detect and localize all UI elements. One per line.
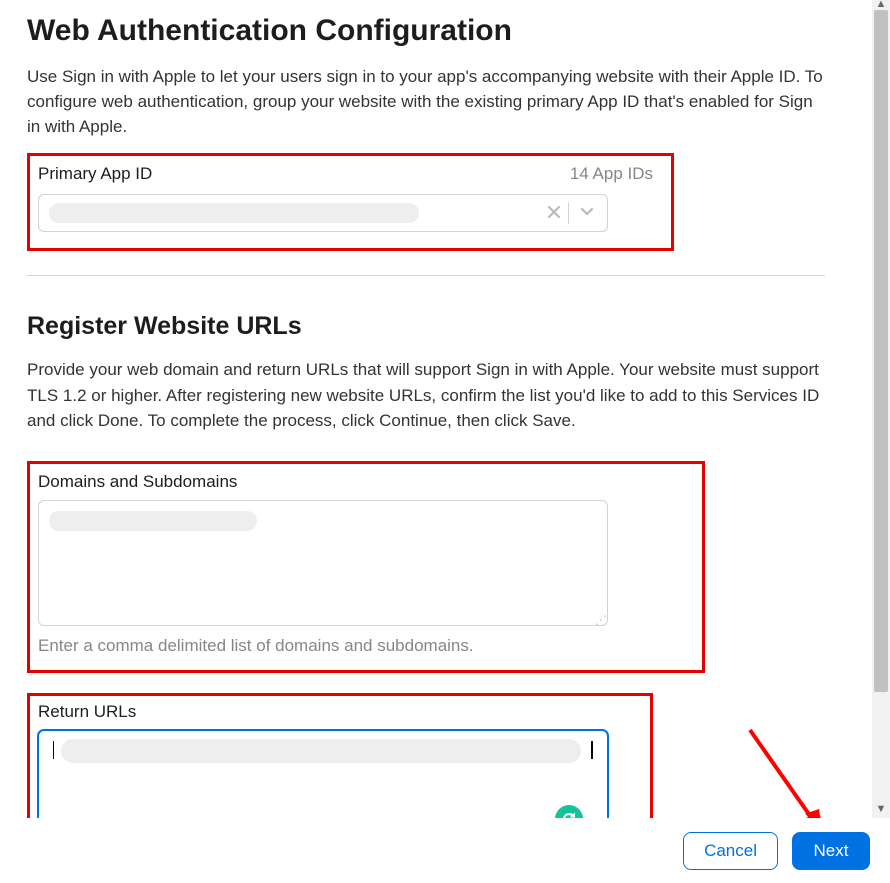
text-cursor bbox=[53, 741, 54, 759]
return-urls-label: Return URLs bbox=[38, 702, 642, 722]
web-auth-description: Use Sign in with Apple to let your users… bbox=[27, 64, 825, 139]
grammarly-icon[interactable] bbox=[555, 805, 583, 818]
scroll-up-icon[interactable]: ▲ bbox=[872, 0, 890, 13]
app-id-count: 14 App IDs bbox=[570, 164, 653, 184]
clear-icon[interactable] bbox=[547, 203, 561, 224]
selected-app-id-redacted bbox=[49, 203, 419, 223]
return-url-value-redacted bbox=[61, 739, 581, 763]
register-urls-title: Register Website URLs bbox=[27, 312, 872, 341]
modal-content: Web Authentication Configuration Use Sig… bbox=[0, 0, 872, 818]
scroll-down-icon[interactable]: ▼ bbox=[872, 800, 890, 818]
modal-footer: Cancel Next bbox=[0, 818, 890, 883]
resize-handle-icon[interactable]: ⋰ bbox=[595, 617, 605, 623]
primary-app-id-select[interactable] bbox=[38, 194, 608, 232]
cancel-button[interactable]: Cancel bbox=[683, 832, 778, 870]
domains-value-redacted bbox=[49, 511, 257, 531]
section-divider bbox=[27, 275, 825, 276]
register-urls-description: Provide your web domain and return URLs … bbox=[27, 357, 825, 432]
page-title: Web Authentication Configuration bbox=[27, 14, 872, 48]
domains-label: Domains and Subdomains bbox=[38, 472, 692, 492]
primary-app-id-label: Primary App ID bbox=[38, 164, 152, 184]
domains-helper: Enter a comma delimited list of domains … bbox=[38, 636, 692, 656]
primary-app-id-highlight: Primary App ID 14 App IDs bbox=[27, 153, 674, 251]
return-urls-textarea[interactable]: ⋰ bbox=[38, 730, 608, 818]
domains-textarea[interactable]: ⋰ bbox=[38, 500, 608, 626]
scrollbar-track[interactable] bbox=[872, 0, 890, 818]
scrollbar-thumb[interactable] bbox=[874, 10, 888, 692]
domains-highlight: Domains and Subdomains ⋰ Enter a comma d… bbox=[27, 461, 705, 673]
chevron-down-icon[interactable] bbox=[579, 203, 595, 224]
select-divider bbox=[568, 202, 569, 224]
return-urls-highlight: Return URLs ⋰ Enter a comma delimited li… bbox=[27, 693, 653, 818]
next-button[interactable]: Next bbox=[792, 832, 870, 870]
text-cursor-end bbox=[591, 741, 593, 759]
